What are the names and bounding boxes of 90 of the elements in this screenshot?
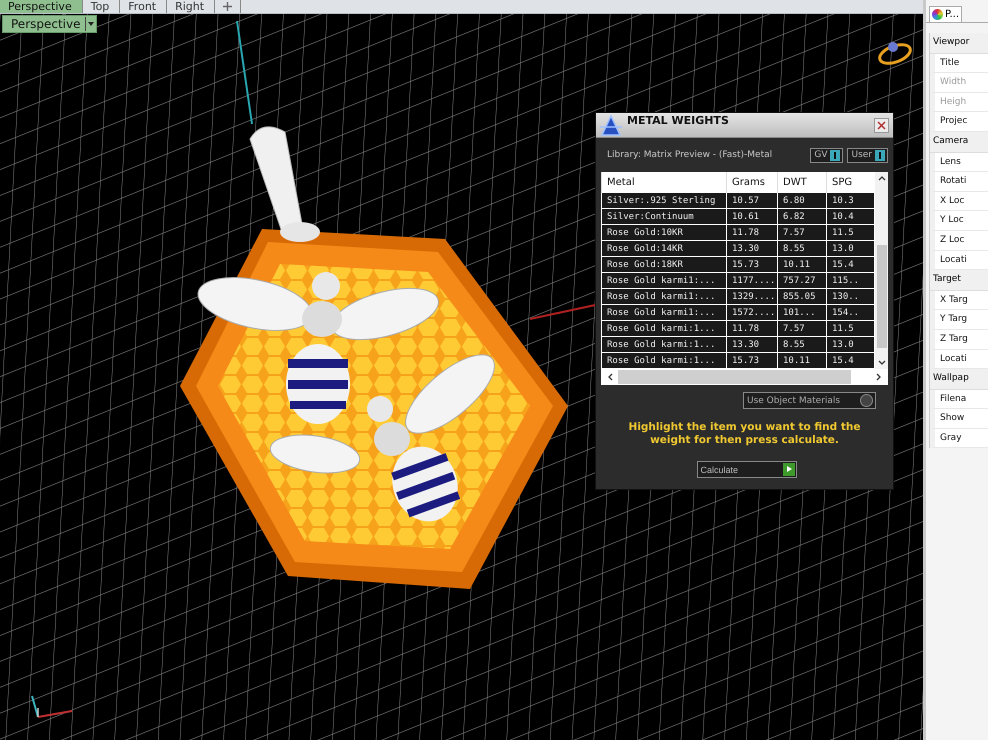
axis-icon	[31, 696, 72, 718]
table-cell: 15.4	[826, 352, 874, 368]
column-header[interactable]: DWT	[778, 172, 826, 192]
dialog-title: METAL WEIGHTS	[627, 113, 730, 127]
table-cell: 11.78	[726, 320, 778, 336]
table-cell: 115..	[826, 272, 874, 288]
chevron-up-icon	[878, 176, 886, 181]
table-cell: 7.57	[778, 224, 826, 240]
filter-toggle[interactable]: User	[847, 148, 888, 162]
section-header[interactable]: Viewpor	[930, 33, 988, 54]
property-label: Lens	[930, 152, 988, 172]
table-cell: 1329....	[726, 288, 778, 304]
column-header[interactable]: Grams	[726, 172, 778, 192]
table-cell: 10.4	[826, 208, 874, 224]
table-cell: 11.78	[726, 224, 778, 240]
instruction-text: Highlight the item you want to find the weight for then press calculate.	[628, 420, 862, 447]
viewport-tab[interactable]: Top	[82, 0, 120, 13]
property-label: X Targ	[930, 290, 988, 310]
table-cell: 8.55	[778, 240, 826, 256]
table-cell: 855.05	[778, 288, 826, 304]
table-cell: 10.11	[778, 352, 826, 368]
table-cell: 15.73	[726, 352, 778, 368]
table-cell: 10.57	[726, 192, 778, 208]
table-cell: 15.73	[726, 256, 778, 272]
chevron-left-icon	[608, 373, 613, 381]
play-icon	[782, 463, 794, 476]
table-cell: Silver:.925 Sterling	[602, 192, 726, 208]
viewport-title-button[interactable]: Perspective	[2, 15, 96, 33]
property-label: Rotati	[930, 172, 988, 192]
table-cell: 13.0	[826, 336, 874, 352]
table-cell: Rose Gold:18KR	[602, 256, 726, 272]
chevron-down-icon	[878, 360, 886, 365]
chevron-right-icon	[876, 373, 881, 381]
property-label: Gray	[930, 428, 988, 448]
column-header[interactable]: Metal	[602, 172, 726, 192]
table-cell: 101...	[778, 304, 826, 320]
property-label: Heigh	[930, 92, 988, 112]
section-header[interactable]: Wallpap	[930, 369, 988, 390]
table-cell: Rose Gold:10KR	[602, 224, 726, 240]
property-label: Y Loc	[930, 211, 988, 231]
property-label: Z Loc	[930, 230, 988, 251]
property-label: Width	[930, 73, 988, 93]
property-label: Filena	[930, 390, 988, 410]
table-cell: 1572....	[726, 304, 778, 320]
table-cell: 13.0	[826, 240, 874, 256]
close-button[interactable]	[874, 118, 889, 132]
property-label: Title	[930, 54, 988, 74]
table-cell: 7.57	[778, 320, 826, 336]
table-cell: 10.61	[726, 208, 778, 224]
close-icon	[877, 120, 886, 130]
table-cell: Rose Gold karmi:1...	[602, 352, 726, 368]
table-cell: 15.4	[826, 256, 874, 272]
property-label: Z Targ	[930, 330, 988, 350]
filter-toggle[interactable]: GV	[810, 148, 844, 162]
table-cell: Rose Gold karmi1:...	[602, 288, 726, 304]
table-cell: Rose Gold:14KR	[602, 240, 726, 256]
table-cell: Rose Gold karmi1:...	[602, 304, 726, 320]
table-cell: 8.55	[778, 336, 826, 352]
table-cell: 10.11	[778, 256, 826, 272]
table-cell: 11.5	[826, 320, 874, 336]
ring-icon	[878, 42, 912, 65]
table-cell: 6.82	[778, 208, 826, 224]
table-cell: 13.30	[726, 336, 778, 352]
table-cell: 10.3	[826, 192, 874, 208]
viewport-tab[interactable]: Perspective	[0, 0, 83, 13]
table-cell: 1177....	[726, 272, 778, 288]
table-cell: 130..	[826, 288, 874, 304]
property-label: Show	[930, 409, 988, 429]
caret-icon	[84, 17, 96, 31]
table-cell: 154..	[826, 304, 874, 320]
table-cell: Rose Gold karmi1:...	[602, 272, 726, 288]
table-cell: Rose Gold karmi:1...	[602, 320, 726, 336]
vertical-scrollbar[interactable]	[875, 172, 888, 369]
property-label: Y Targ	[930, 310, 988, 330]
calculate-button[interactable]: Calculate	[696, 461, 796, 478]
table-cell: 757.27	[778, 272, 826, 288]
table-cell: 6.80	[778, 192, 826, 208]
table-cell: Silver:Continuum	[602, 208, 726, 224]
color-wheel-icon	[932, 9, 943, 20]
plus-icon	[223, 2, 232, 11]
section-header[interactable]: Camera	[930, 132, 988, 153]
section-header[interactable]: Target	[930, 270, 988, 291]
table-cell: 11.5	[826, 224, 874, 240]
scale-icon	[598, 113, 624, 137]
table-cell: Rose Gold karmi:1...	[602, 336, 726, 352]
properties-tab[interactable]: P...	[929, 6, 962, 22]
property-label: X Loc	[930, 192, 988, 212]
use-object-materials-toggle[interactable]: Use Object Materials	[743, 392, 876, 409]
library-label: Library: Matrix Preview - (Fast)-Metal	[606, 150, 772, 160]
table-cell: 13.30	[726, 240, 778, 256]
